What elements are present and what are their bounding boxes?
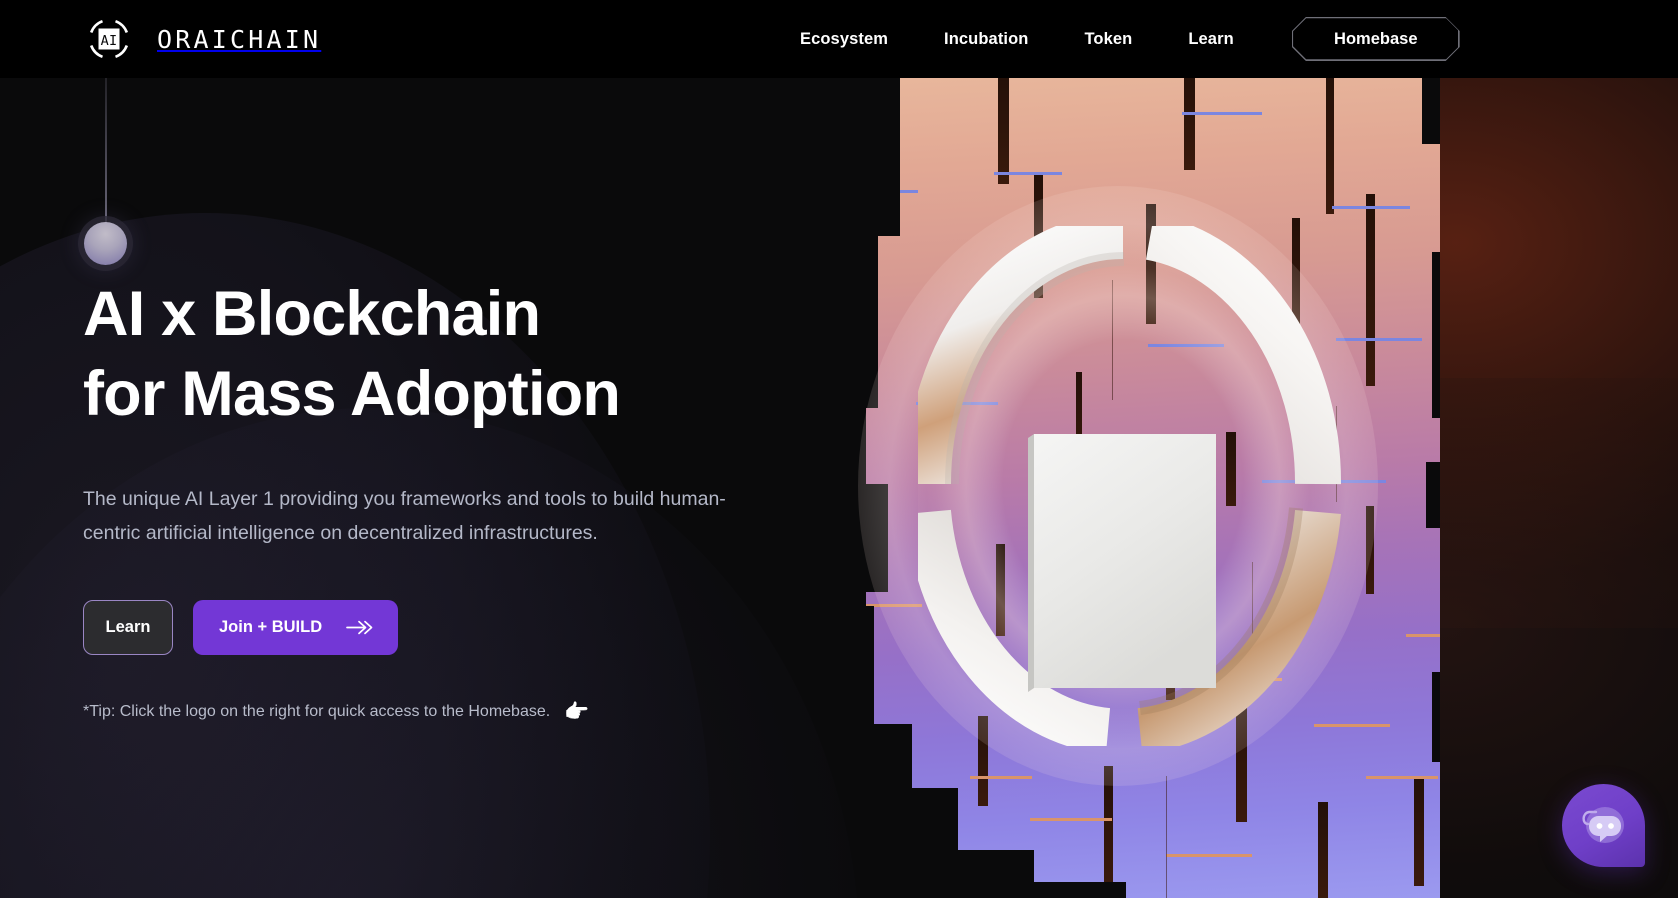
headline-line-2: for Mass Adoption	[83, 359, 621, 429]
join-build-button[interactable]: Join + BUILD	[193, 600, 399, 655]
page-root: AI ORAICHAIN Ecosystem Incubation Token …	[0, 0, 1678, 898]
hero-tip-text: *Tip: Click the logo on the right for qu…	[83, 703, 551, 720]
hero-subtext: The unique AI Layer 1 providing you fram…	[83, 488, 726, 544]
oraichain-ai-logo-icon: AI	[83, 13, 135, 65]
join-build-button-label: Join + BUILD	[219, 618, 323, 636]
homebase-button[interactable]: Homebase	[1291, 17, 1460, 61]
main-navigation: Ecosystem Incubation Token Learn Homebas…	[800, 0, 1460, 78]
hero-content: AI x Blockchain for Mass Adoption The un…	[83, 78, 803, 722]
brand-logo-link[interactable]: AI ORAICHAIN	[83, 0, 321, 78]
headline-line-1: AI x Blockchain	[83, 279, 541, 349]
svg-text:AI: AI	[101, 33, 118, 49]
hero-tip: *Tip: Click the logo on the right for qu…	[83, 702, 803, 722]
nav-item-incubation[interactable]: Incubation	[944, 22, 1028, 57]
hero-artwork[interactable]	[848, 78, 1678, 898]
chat-bot-button[interactable]	[1562, 784, 1645, 867]
nav-item-learn[interactable]: Learn	[1188, 22, 1233, 57]
pointing-right-hand-icon: 👉	[564, 701, 590, 723]
brand-name: ORAICHAIN	[157, 24, 322, 54]
oraichain-3d-emblem[interactable]	[858, 186, 1378, 786]
site-header: AI ORAICHAIN Ecosystem Incubation Token …	[0, 0, 1678, 78]
nav-item-token[interactable]: Token	[1084, 22, 1132, 57]
hero-section: AI x Blockchain for Mass Adoption The un…	[0, 78, 1678, 898]
emblem-ring-icon	[918, 226, 1342, 746]
homebase-button-label: Homebase	[1334, 29, 1418, 48]
chat-bot-icon	[1582, 807, 1624, 843]
learn-button[interactable]: Learn	[83, 600, 173, 655]
nav-item-ecosystem[interactable]: Ecosystem	[800, 22, 888, 57]
hero-cta-row: Learn Join + BUILD	[83, 600, 803, 655]
arrow-right-double-icon	[346, 620, 373, 635]
page-title: AI x Blockchain for Mass Adoption	[83, 283, 803, 426]
